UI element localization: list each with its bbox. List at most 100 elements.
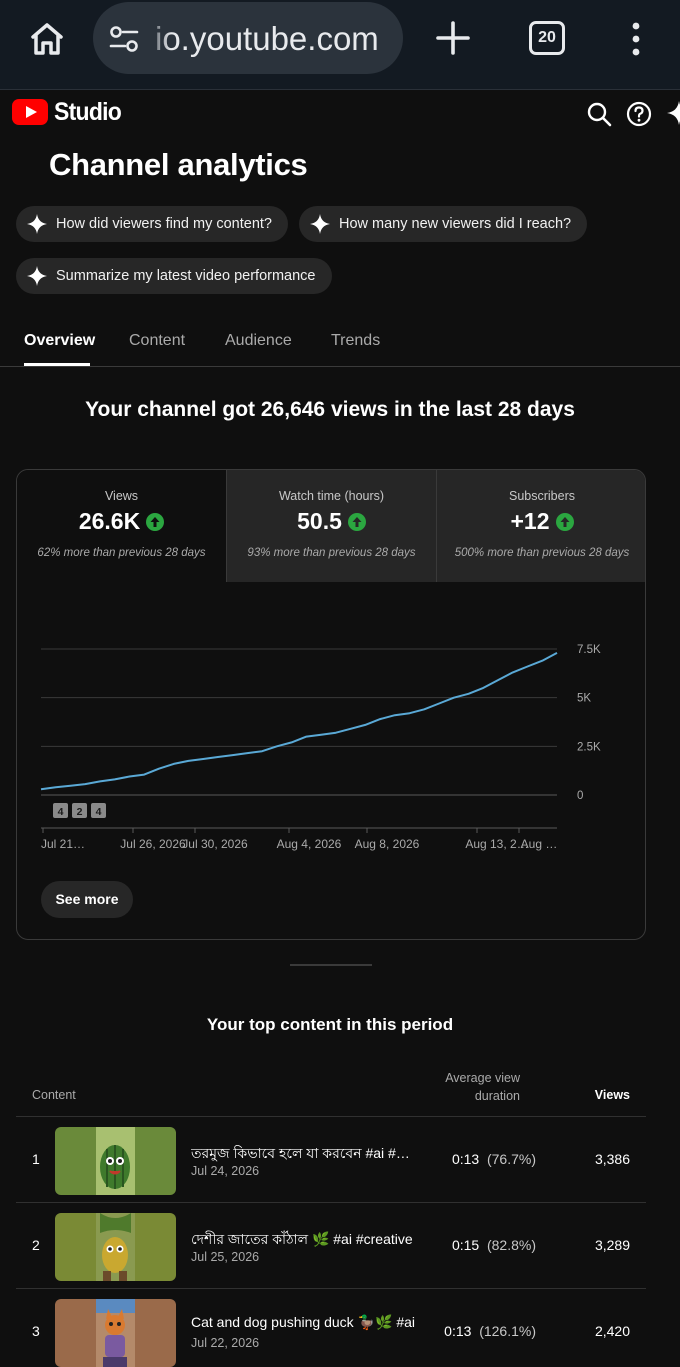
video-date: Jul 22, 2026 bbox=[191, 1336, 260, 1350]
metric-label: Views bbox=[104, 489, 139, 503]
video-date: Jul 25, 2026 bbox=[191, 1250, 260, 1264]
x-tick-label: Jul 21… bbox=[41, 837, 85, 851]
video-thumbnail[interactable] bbox=[55, 1127, 176, 1195]
cat-dog-thumbnail-image bbox=[55, 1299, 176, 1367]
studio-logo-text: Studio bbox=[54, 97, 122, 126]
table-row[interactable]: 2 দেশীর জাতের কাঁঠাল 🌿 #ai #creative Jul… bbox=[16, 1202, 646, 1288]
suggestion-chip-new-viewers[interactable]: How many new viewers did I reach? bbox=[299, 206, 588, 242]
chip-label: How did viewers find my content? bbox=[56, 216, 272, 232]
sparkle-icon[interactable] bbox=[666, 100, 680, 126]
avg-duration-value: 0:15 bbox=[451, 1237, 480, 1253]
trend-up-icon bbox=[146, 512, 165, 531]
avg-duration-percent: (126.1%) bbox=[479, 1323, 536, 1339]
jackfruit-thumbnail-image bbox=[55, 1213, 176, 1281]
x-tick-label: Aug 13, 2… bbox=[465, 837, 528, 851]
metric-value-row: +12 bbox=[437, 508, 645, 535]
search-icon[interactable] bbox=[586, 101, 612, 127]
row-rank: 2 bbox=[32, 1237, 40, 1253]
x-tick-label: Jul 30, 2026 bbox=[182, 837, 248, 851]
tab-overview[interactable]: Overview bbox=[24, 332, 95, 350]
address-bar[interactable]: io.youtube.com bbox=[93, 2, 403, 74]
tab-switcher-button[interactable]: 20 bbox=[529, 21, 565, 55]
event-marker-label: 4 bbox=[58, 806, 64, 818]
video-title[interactable]: তরমুজ কিভাবে হলে যা করবেন #ai #shorts bbox=[191, 1142, 416, 1166]
chip-label: Summarize my latest video performance bbox=[56, 268, 316, 284]
x-tick-label: Aug … bbox=[521, 837, 558, 851]
trend-up-icon bbox=[555, 512, 574, 531]
avg-duration-value: 0:13 bbox=[451, 1151, 480, 1167]
metric-value: 26.6K bbox=[78, 508, 141, 534]
x-tick-label: Jul 26, 2026 bbox=[120, 837, 186, 851]
y-tick-label: 2.5K bbox=[577, 741, 601, 753]
top-content-title: Your top content in this period bbox=[206, 1015, 454, 1034]
metric-value-row: 26.6K bbox=[17, 508, 226, 535]
metric-label: Subscribers bbox=[509, 489, 575, 503]
metric-value-row: 50.5 bbox=[227, 508, 436, 535]
avg-duration-percent: (82.8%) bbox=[486, 1237, 536, 1253]
video-views: 3,386 bbox=[594, 1151, 630, 1167]
metric-value: 50.5 bbox=[297, 508, 342, 534]
metric-comparison: 93% more than previous 28 days bbox=[247, 547, 416, 559]
metric-watch-time[interactable]: Watch time (hours) 50.5 93% more than pr… bbox=[226, 470, 436, 582]
tab-trends[interactable]: Trends bbox=[331, 332, 380, 350]
table-row[interactable]: 1 তরমুজ কিভাবে হলে যা করবেন #ai #shorts … bbox=[16, 1116, 646, 1202]
suggestion-chip-viewers-find[interactable]: How did viewers find my content? bbox=[16, 206, 288, 242]
metric-label: Watch time (hours) bbox=[278, 489, 385, 503]
tab-audience[interactable]: Audience bbox=[225, 332, 292, 350]
avg-view-duration: 0:13 (76.7%) bbox=[421, 1151, 536, 1167]
metric-subscribers[interactable]: Subscribers +12 500% more than previous … bbox=[436, 470, 645, 582]
x-tick-label: Aug 8, 2026 bbox=[355, 837, 420, 851]
sparkle-icon bbox=[310, 214, 330, 234]
analytics-tabs: Overview Content Audience Trends bbox=[0, 320, 680, 367]
home-icon[interactable] bbox=[28, 20, 66, 58]
see-more-button[interactable]: See more bbox=[41, 881, 133, 918]
video-views: 2,420 bbox=[594, 1323, 630, 1339]
metric-comparison: 62% more than previous 28 days bbox=[37, 547, 206, 559]
page-title: Channel analytics bbox=[49, 147, 308, 182]
help-icon[interactable] bbox=[626, 101, 652, 127]
event-marker-label: 4 bbox=[96, 806, 102, 818]
y-tick-label: 0 bbox=[577, 790, 583, 802]
event-marker-label: 2 bbox=[77, 806, 83, 818]
y-tick-label: 7.5K bbox=[577, 644, 601, 656]
video-thumbnail[interactable] bbox=[55, 1299, 176, 1367]
url-text: io.youtube.com bbox=[155, 20, 379, 57]
active-tab-indicator bbox=[24, 363, 90, 366]
more-menu-icon[interactable] bbox=[624, 20, 648, 58]
column-header-views[interactable]: Views bbox=[560, 1088, 630, 1102]
avg-duration-value: 0:13 bbox=[444, 1323, 472, 1339]
tab-content[interactable]: Content bbox=[129, 332, 185, 350]
trend-up-icon bbox=[347, 512, 366, 531]
video-date: Jul 24, 2026 bbox=[191, 1164, 260, 1178]
sparkle-icon bbox=[27, 266, 47, 286]
x-tick-label: Aug 4, 2026 bbox=[277, 837, 342, 851]
watermelon-thumbnail-image bbox=[55, 1127, 176, 1195]
video-title[interactable]: Cat and dog pushing duck 🦆🌿 #ai bbox=[191, 1314, 416, 1331]
url-fade bbox=[145, 2, 171, 74]
metric-comparison: 500% more than previous 28 days bbox=[454, 547, 630, 559]
views-headline: Your channel got 26,646 views in the las… bbox=[85, 398, 575, 421]
video-thumbnail[interactable] bbox=[55, 1213, 176, 1281]
row-rank: 3 bbox=[32, 1323, 40, 1339]
avg-view-duration: 0:15 (82.8%) bbox=[421, 1237, 536, 1253]
browser-toolbar: io.youtube.com 20 bbox=[0, 0, 680, 90]
site-settings-icon[interactable] bbox=[109, 24, 139, 54]
video-title[interactable]: দেশীর জাতের কাঁঠাল 🌿 #ai #creative bbox=[191, 1228, 416, 1252]
chip-label: How many new viewers did I reach? bbox=[339, 216, 572, 232]
views-line-chart[interactable]: 0 2.5K 5K 7.5K Jul 21… Jul 26, 2026Jul 30, 20… bbox=[17, 582, 646, 852]
table-row[interactable]: 3 Cat and dog pushing duck 🦆🌿 #ai Jul 22… bbox=[16, 1288, 646, 1367]
column-header-avg-duration: Average view duration bbox=[445, 1071, 520, 1103]
youtube-play-icon bbox=[12, 99, 48, 125]
video-views: 3,289 bbox=[594, 1237, 630, 1253]
new-tab-icon[interactable] bbox=[433, 18, 473, 58]
metric-value: +12 bbox=[510, 508, 550, 534]
y-tick-label: 5K bbox=[577, 693, 591, 705]
row-rank: 1 bbox=[32, 1151, 40, 1167]
section-divider bbox=[290, 964, 372, 966]
avg-duration-percent: (76.7%) bbox=[486, 1151, 536, 1167]
metrics-card: Views 26.6K 62% more than previous 28 da… bbox=[16, 469, 646, 940]
youtube-studio-logo[interactable]: Studio bbox=[12, 98, 127, 126]
column-header-content: Content bbox=[32, 1088, 76, 1102]
metric-views[interactable]: Views 26.6K 62% more than previous 28 da… bbox=[17, 470, 226, 582]
suggestion-chip-summarize[interactable]: Summarize my latest video performance bbox=[16, 258, 332, 294]
